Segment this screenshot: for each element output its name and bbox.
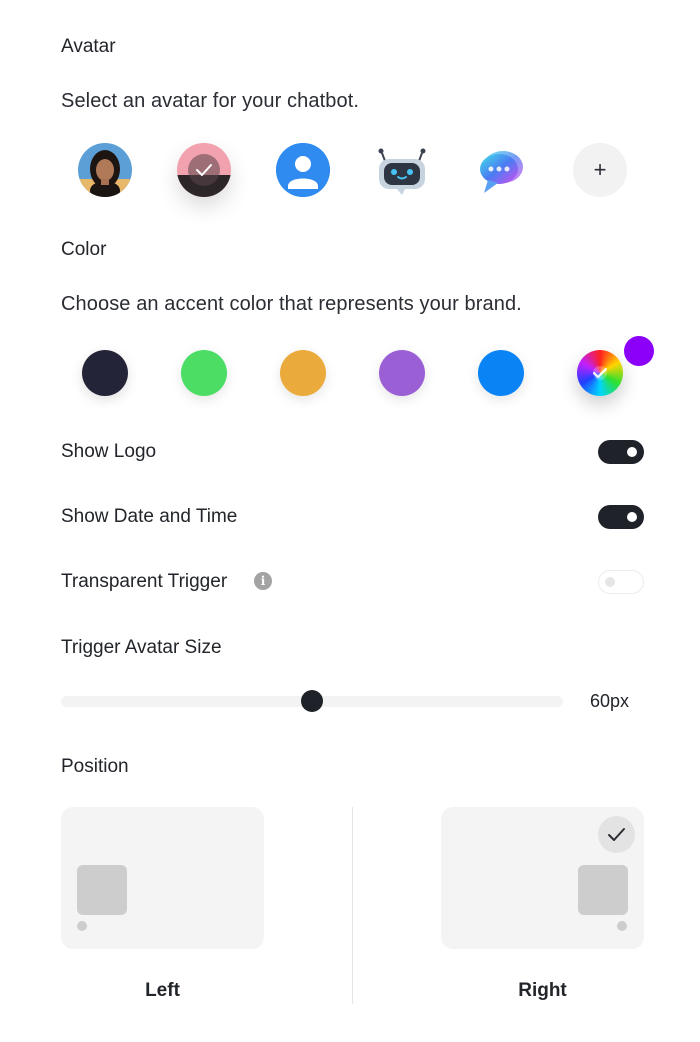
position-left-label: Left xyxy=(145,980,180,1001)
show-date-time-label: Show Date and Time xyxy=(61,506,238,527)
user-silhouette-icon xyxy=(276,143,330,197)
position-selected-check xyxy=(598,816,635,853)
transparent-trigger-label: Transparent Trigger xyxy=(61,571,228,592)
color-swatch-orange[interactable] xyxy=(280,350,326,396)
toggle-knob xyxy=(627,447,637,457)
avatar-section-description: Select an avatar for your chatbot. xyxy=(61,90,360,112)
trigger-preview-square xyxy=(77,865,127,915)
custom-color-badge xyxy=(624,336,654,366)
avatar-option-pink-selected[interactable] xyxy=(177,143,231,197)
toggle-knob xyxy=(627,512,637,522)
color-swatch-blue[interactable] xyxy=(478,350,524,396)
show-logo-label: Show Logo xyxy=(61,441,157,462)
color-section-title: Color xyxy=(61,239,107,260)
color-swatch-purple[interactable] xyxy=(379,350,425,396)
avatar-option-chat-bubble[interactable] xyxy=(474,143,528,197)
avatar-option-photo-woman[interactable] xyxy=(78,143,132,197)
position-option-left[interactable] xyxy=(61,807,264,949)
color-swatch-navy[interactable] xyxy=(82,350,128,396)
trigger-preview-dot xyxy=(77,921,87,931)
info-icon[interactable]: i xyxy=(254,572,272,590)
woman-photo-icon xyxy=(78,143,132,197)
position-right-label: Right xyxy=(518,980,567,1001)
color-section-description: Choose an accent color that represents y… xyxy=(61,293,522,315)
robot-icon xyxy=(378,148,426,195)
chat-bubble-icon xyxy=(480,151,523,193)
transparent-trigger-toggle[interactable] xyxy=(598,570,644,594)
avatar-section-title: Avatar xyxy=(61,36,116,57)
check-icon xyxy=(608,828,625,841)
trigger-size-label: Trigger Avatar Size xyxy=(61,637,222,658)
position-divider xyxy=(352,807,353,1004)
trigger-size-value: 60px xyxy=(590,691,630,711)
position-section-title: Position xyxy=(61,756,129,777)
trigger-preview-dot xyxy=(617,921,627,931)
custom-color-picker[interactable] xyxy=(577,350,623,396)
avatar-option-user[interactable] xyxy=(276,143,330,197)
color-swatch-green[interactable] xyxy=(181,350,227,396)
position-option-right[interactable] xyxy=(441,807,644,949)
add-avatar-button[interactable]: + xyxy=(573,143,627,197)
trigger-preview-square xyxy=(578,865,628,915)
show-logo-toggle[interactable] xyxy=(598,440,644,464)
pink-photo-icon xyxy=(177,143,231,197)
show-date-time-toggle[interactable] xyxy=(598,505,644,529)
trigger-size-slider-thumb[interactable] xyxy=(301,690,323,712)
avatar-option-robot[interactable] xyxy=(375,143,429,197)
check-icon xyxy=(593,366,607,380)
toggle-knob xyxy=(605,576,615,587)
